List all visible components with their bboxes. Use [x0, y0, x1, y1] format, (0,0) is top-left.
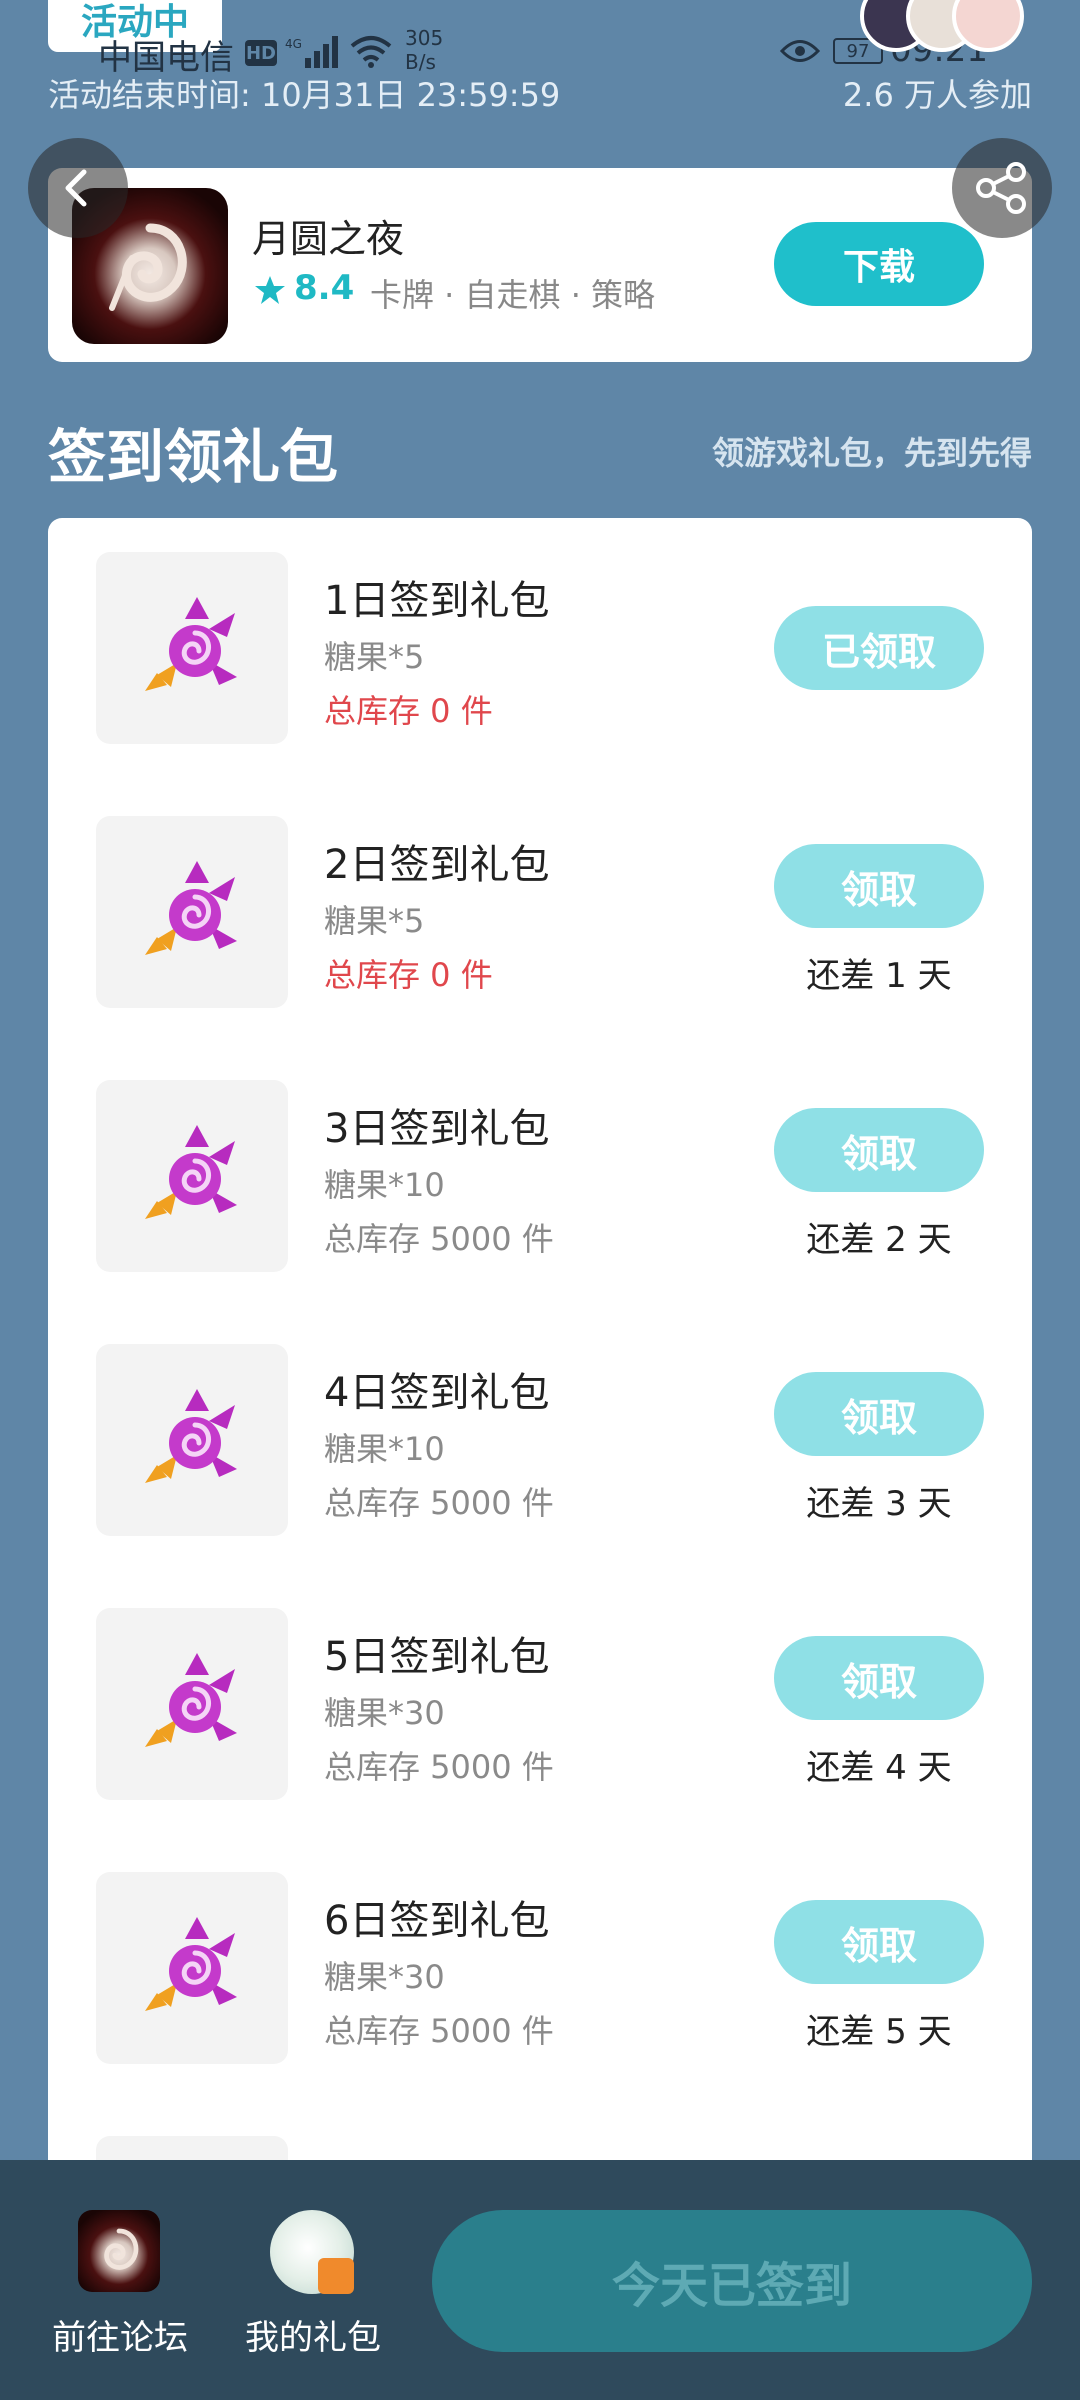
gift-content: 糖果*30 [324, 1694, 445, 1732]
gift-stock: 总库存 5000 件 [324, 1748, 554, 1786]
status-bar: 活动中 中国电信 HD 4G 305 B/s 97 09:21 [0, 0, 1080, 80]
participant-count: 2.6 万人参加 [842, 76, 1032, 114]
download-button[interactable]: 下载 [774, 222, 984, 306]
star-icon [255, 276, 285, 304]
activity-end-time: 活动结束时间: 10月31日 23:59:59 [48, 76, 561, 114]
gift-title: 5日签到礼包 [324, 1634, 550, 1680]
gift-title: 1日签到礼包 [324, 578, 550, 624]
network-speed: 305 B/s [405, 26, 465, 74]
claimed-button[interactable]: 已领取 [774, 606, 984, 690]
gift-stock: 总库存 5000 件 [324, 1220, 554, 1258]
speed-value: 305 [405, 26, 444, 50]
gift-stock: 总库存 0 件 [324, 956, 493, 994]
game-tags: 卡牌 · 自走棋 · 策略 [370, 276, 656, 314]
gift-thumbnail [96, 816, 288, 1008]
wifi-icon [350, 36, 392, 68]
days-remaining: 还差 3 天 [806, 1484, 952, 1524]
candy-icon [145, 861, 237, 955]
game-rating: 8.4 [294, 268, 355, 308]
gift-list: 1日签到礼包 糖果*5 总库存 0 件 已领取 2日签到礼包 糖果*5 总库存 … [48, 518, 1032, 2218]
days-remaining: 还差 4 天 [806, 1748, 952, 1788]
claim-button[interactable]: 领取 [774, 1900, 984, 1984]
signal-icon: 4G [285, 36, 338, 68]
gift-content: 糖果*30 [324, 1958, 445, 1996]
forum-icon[interactable] [78, 2210, 160, 2292]
gift-thumbnail [96, 1608, 288, 1800]
chevron-left-icon [65, 169, 87, 207]
gift-box-icon [318, 2258, 354, 2294]
checked-in-button[interactable]: 今天已签到 [432, 2210, 1032, 2352]
list-item: 1日签到礼包 糖果*5 总库存 0 件 已领取 [48, 518, 1032, 782]
share-icon [976, 162, 1026, 214]
hd-icon: HD [245, 40, 277, 66]
claim-button[interactable]: 领取 [774, 1108, 984, 1192]
bottom-action-bar: 前往论坛 我的礼包 今天已签到 [0, 2160, 1080, 2400]
claim-button[interactable]: 领取 [774, 1636, 984, 1720]
my-gifts-button[interactable]: 我的礼包 [238, 2310, 388, 2359]
candy-icon [145, 1917, 237, 2011]
candy-icon [145, 597, 237, 691]
days-remaining: 还差 2 天 [806, 1220, 952, 1260]
days-remaining: 还差 1 天 [806, 956, 952, 996]
gift-thumbnail [96, 1872, 288, 2064]
gift-content: 糖果*5 [324, 902, 425, 940]
gift-title: 3日签到礼包 [324, 1106, 550, 1152]
participant-avatars[interactable] [860, 0, 1040, 52]
game-name: 月圆之夜 [252, 217, 405, 261]
gift-title: 6日签到礼包 [324, 1898, 550, 1944]
section-title: 签到领礼包 [48, 423, 339, 491]
claim-button[interactable]: 领取 [774, 1372, 984, 1456]
list-item: 5日签到礼包 糖果*30 总库存 5000 件 领取 还差 4 天 [48, 1574, 1032, 1838]
eye-icon [780, 40, 820, 62]
gift-content: 糖果*10 [324, 1166, 445, 1204]
candy-icon [145, 1389, 237, 1483]
back-button[interactable] [28, 138, 128, 238]
list-item: 6日签到礼包 糖果*30 总库存 5000 件 领取 还差 5 天 [48, 1838, 1032, 2102]
gift-thumbnail [96, 1080, 288, 1272]
candy-icon [145, 1653, 237, 1747]
go-to-forum-button[interactable]: 前往论坛 [48, 2310, 192, 2359]
gift-content: 糖果*10 [324, 1430, 445, 1468]
candy-icon [145, 1125, 237, 1219]
gift-stock: 总库存 0 件 [324, 692, 493, 730]
swirl-icon [104, 2228, 139, 2270]
gift-title: 2日签到礼包 [324, 842, 550, 888]
list-item: 3日签到礼包 糖果*10 总库存 5000 件 领取 还差 2 天 [48, 1046, 1032, 1310]
gift-title: 4日签到礼包 [324, 1370, 550, 1416]
gift-thumbnail [96, 1344, 288, 1536]
game-card[interactable]: 月圆之夜 8.4 卡牌 · 自走棋 · 策略 下载 [48, 168, 1032, 362]
gift-content: 糖果*5 [324, 638, 425, 676]
share-button[interactable] [952, 138, 1052, 238]
gift-stock: 总库存 5000 件 [324, 1484, 554, 1522]
gift-thumbnail [96, 552, 288, 744]
claim-button[interactable]: 领取 [774, 844, 984, 928]
list-item: 4日签到礼包 糖果*10 总库存 5000 件 领取 还差 3 天 [48, 1310, 1032, 1574]
days-remaining: 还差 5 天 [806, 2012, 952, 2052]
section-subtitle: 领游戏礼包，先到先得 [711, 434, 1032, 472]
list-item: 2日签到礼包 糖果*5 总库存 0 件 领取 还差 1 天 [48, 782, 1032, 1046]
gift-stock: 总库存 5000 件 [324, 2012, 554, 2050]
svg-text:4G: 4G [285, 37, 302, 51]
